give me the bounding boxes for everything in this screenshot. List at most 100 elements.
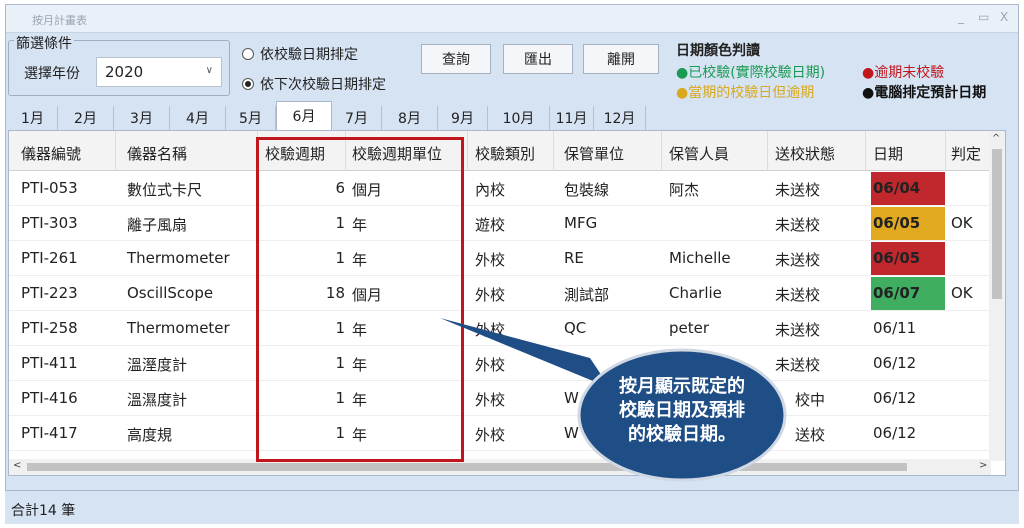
legend-overdue: ●逾期未校驗 (862, 62, 944, 82)
year-select[interactable]: 2020 ∨ (96, 57, 222, 87)
cell-dept: W (564, 424, 579, 442)
cell-judge: OK (951, 214, 973, 232)
cell-date: 06/12 (873, 354, 917, 372)
cell-status: 送校 (795, 426, 826, 444)
cell-dept: MFG (564, 214, 598, 232)
maximize-icon[interactable]: ▭ (978, 10, 989, 24)
scroll-left-icon[interactable]: < (13, 460, 21, 471)
cell-keeper: Charlie (669, 284, 722, 302)
table-row[interactable]: PTI-261 Thermometer 1 年 外校 RE Michelle 未… (9, 241, 991, 276)
column-divider (115, 131, 116, 171)
tab-may[interactable]: 5月 (226, 106, 276, 130)
legend-text: 電腦排定預計日期 (874, 85, 987, 101)
table-row[interactable]: PTI-303 離子風扇 1 年 遊校 MFG 未送校 06/05 OK (9, 206, 991, 241)
scroll-right-icon[interactable]: > (979, 460, 987, 471)
legend-calibrated: ●已校驗(實際校驗日期) (676, 62, 825, 82)
cell-date: 06/12 (873, 389, 917, 407)
column-divider (553, 131, 554, 171)
column-header[interactable]: 日期 (873, 143, 903, 164)
cell-status: 未送校 (775, 356, 821, 374)
radio-label: 依下次校驗日期排定 (260, 77, 386, 93)
column-header[interactable]: 保管單位 (564, 143, 624, 164)
cell-name: 數位式卡尺 (127, 181, 203, 199)
column-header[interactable]: 儀器編號 (21, 143, 81, 164)
cell-type: 外校 (475, 426, 506, 444)
minimize-icon[interactable]: _ (958, 10, 964, 24)
tab-jan[interactable]: 1月 (8, 106, 58, 130)
cell-id: PTI-303 (21, 214, 78, 232)
cell-id: PTI-261 (21, 249, 78, 267)
cell-dept: 測試部 (564, 286, 610, 304)
column-header[interactable]: 儀器名稱 (127, 143, 187, 164)
cell-date: 06/07 (873, 284, 921, 302)
radio-by-next-calibration-date[interactable]: 依下次校驗日期排定 (242, 74, 386, 94)
tab-mar[interactable]: 3月 (114, 106, 170, 130)
tab-sep[interactable]: 9月 (438, 106, 488, 130)
callout-line: 校驗日期及預排 (619, 400, 745, 421)
tab-feb[interactable]: 2月 (58, 106, 114, 130)
table-row[interactable]: PTI-053 數位式卡尺 6 個月 內校 包裝線 阿杰 未送校 06/04 (9, 171, 991, 206)
column-divider (865, 131, 866, 171)
highlight-box (256, 137, 464, 462)
cell-dept: W (564, 389, 579, 407)
cell-keeper: peter (669, 319, 710, 337)
column-header[interactable]: 保管人員 (669, 143, 729, 164)
cell-name: Thermometer (127, 249, 230, 267)
table-row[interactable]: PTI-223 OscillScope 18 個月 外校 測試部 Charlie… (9, 276, 991, 311)
table-row[interactable]: PTI-417 高度規 1 年 外校 W 送校 06/12 (9, 416, 991, 451)
cell-type: 遊校 (475, 216, 506, 234)
cell-status: 未送校 (775, 321, 821, 339)
cell-id: PTI-053 (21, 179, 78, 197)
bullet-icon: ● (676, 65, 689, 81)
tab-apr[interactable]: 4月 (170, 106, 226, 130)
cell-id: PTI-411 (21, 354, 78, 372)
cell-id: PTI-258 (21, 319, 78, 337)
cell-id: PTI-223 (21, 284, 78, 302)
status-bar: 合計14 筆 (5, 490, 1019, 524)
vertical-scroll-thumb[interactable] (992, 149, 1002, 299)
column-divider (467, 131, 468, 171)
cell-date: 06/12 (873, 424, 917, 442)
export-button[interactable]: 匯出 (503, 44, 573, 74)
cell-type: 外校 (475, 391, 506, 409)
tab-jun[interactable]: 6月 (276, 101, 332, 130)
radio-by-calibration-date[interactable]: 依校驗日期排定 (242, 44, 358, 64)
exit-button[interactable]: 離開 (583, 44, 659, 74)
window-title: 按月計畫表 (32, 14, 87, 27)
query-button[interactable]: 查詢 (421, 44, 491, 74)
cell-date: 06/05 (873, 214, 921, 232)
scroll-up-icon[interactable]: ^ (992, 133, 1000, 144)
tab-aug[interactable]: 8月 (382, 106, 438, 130)
legend-current-overdue: ●當期的校驗日但逾期 (676, 82, 814, 102)
column-divider (661, 131, 662, 171)
cell-name: Thermometer (127, 319, 230, 337)
cell-status: 未送校 (775, 286, 821, 304)
table-row[interactable]: PTI-411 溫溼度計 1 年 外校 未送校 06/12 (9, 346, 991, 381)
year-label: 選擇年份 (24, 66, 80, 82)
bullet-icon: ● (862, 65, 875, 81)
cell-name: 溫濕度計 (127, 391, 188, 409)
horizontal-scrollbar[interactable]: < > (9, 459, 991, 475)
tab-oct[interactable]: 10月 (488, 106, 550, 130)
cell-type: 內校 (475, 181, 506, 199)
close-icon[interactable]: X (1000, 10, 1008, 24)
column-header[interactable]: 判定 (951, 143, 981, 164)
cell-name: 高度規 (127, 426, 173, 444)
callout-text: 按月顯示既定的 校驗日期及預排 的校驗日期。 (594, 375, 770, 447)
legend-scheduled: ●電腦排定預計日期 (862, 82, 986, 102)
cell-name: 溫溼度計 (127, 356, 188, 374)
table-row[interactable]: PTI-416 溫濕度計 1 年 外校 W 校中 06/12 (9, 381, 991, 416)
column-header[interactable]: 校驗類別 (475, 143, 535, 164)
vertical-scrollbar[interactable]: ^ (989, 131, 1005, 461)
horizontal-scroll-thumb[interactable] (27, 463, 907, 471)
tab-nov[interactable]: 11月 (550, 106, 594, 130)
table-row[interactable]: PTI-258 Thermometer 1 年 外校 QC peter 未送校 … (9, 311, 991, 346)
tab-dec[interactable]: 12月 (594, 106, 646, 130)
table-header: 儀器編號 儀器名稱 校驗週期 校驗週期單位 校驗類別 保管單位 保管人員 送校狀… (9, 131, 1005, 171)
cell-type: 外校 (475, 251, 506, 269)
tab-jul[interactable]: 7月 (332, 106, 382, 130)
cell-date: 06/04 (873, 179, 921, 197)
title-bar: 按月計畫表 _ ▭ X (6, 5, 1018, 33)
column-divider (945, 131, 946, 171)
column-header[interactable]: 送校狀態 (775, 143, 835, 164)
